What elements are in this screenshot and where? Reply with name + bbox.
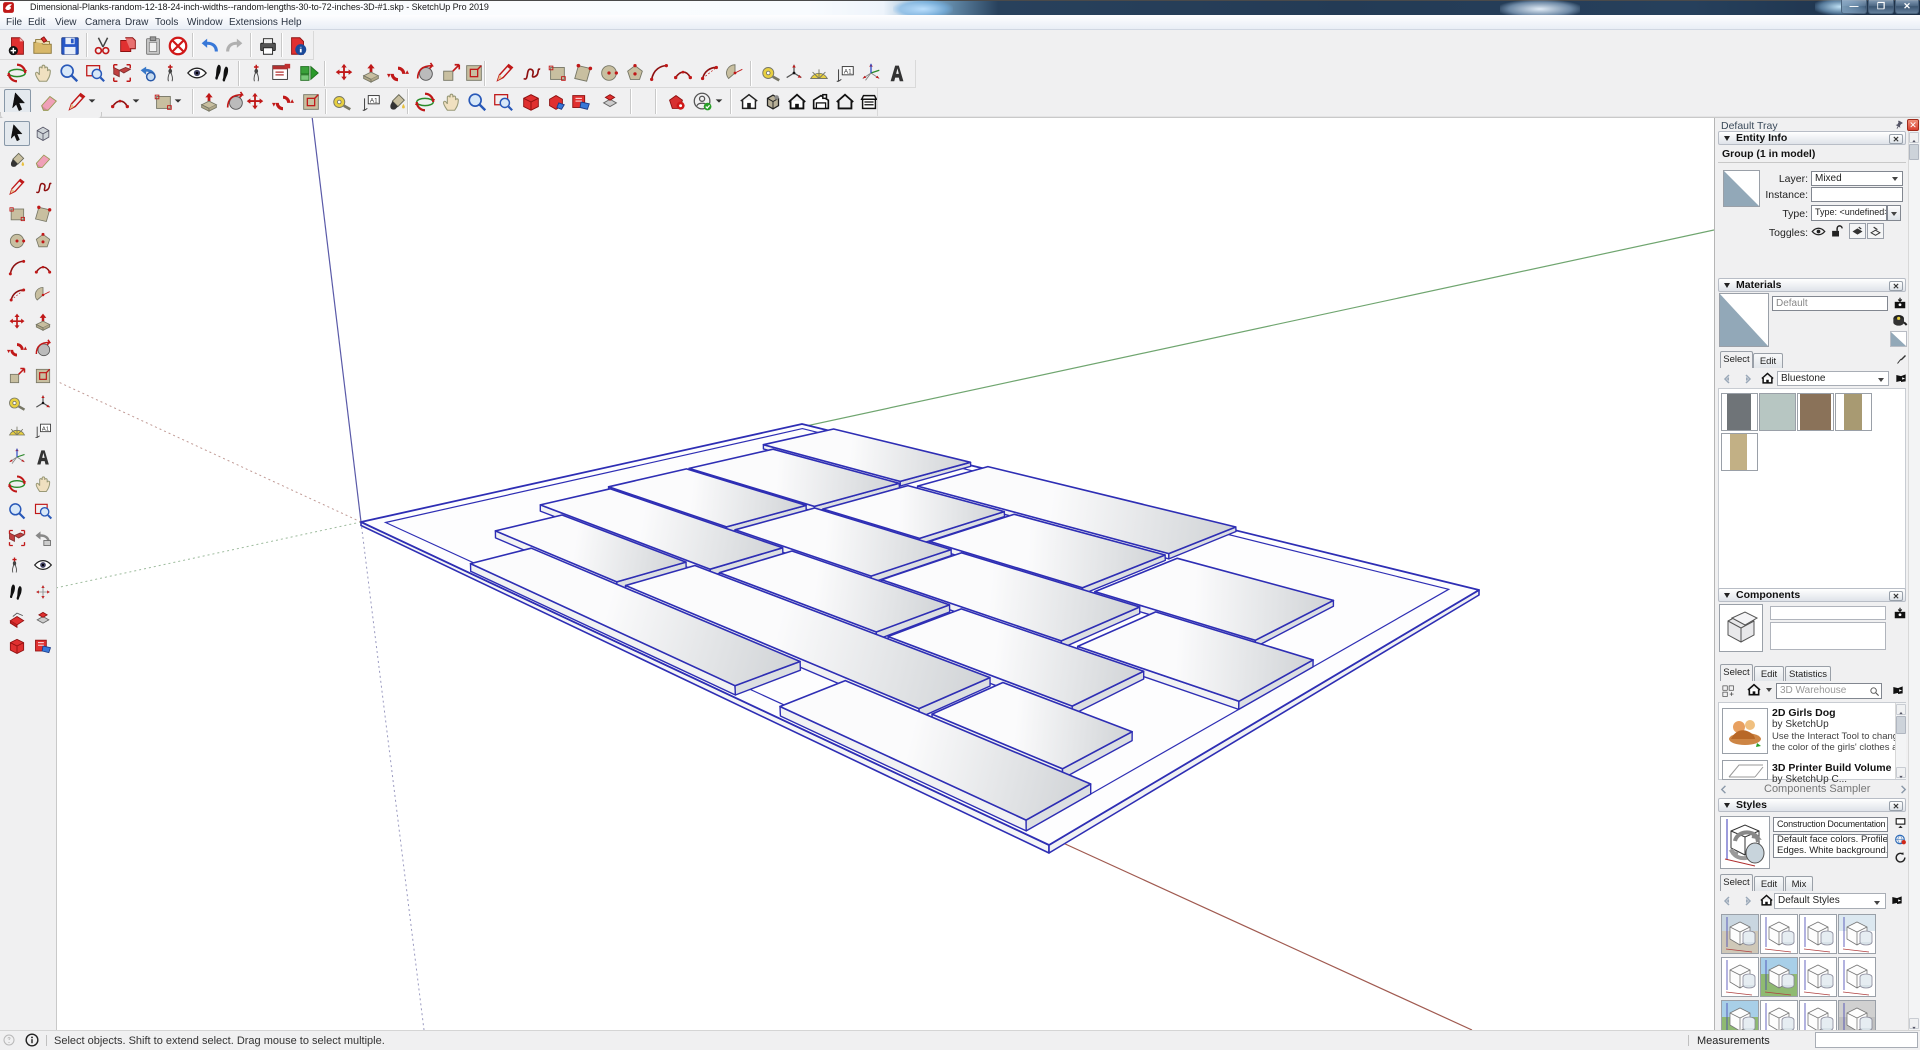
svg-text:A1: A1 bbox=[370, 97, 378, 104]
svg-text:A1: A1 bbox=[42, 426, 49, 432]
svg-text:A1: A1 bbox=[844, 68, 852, 75]
